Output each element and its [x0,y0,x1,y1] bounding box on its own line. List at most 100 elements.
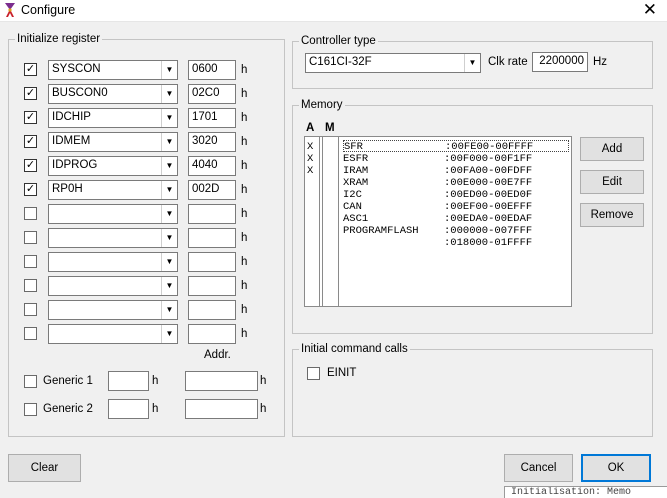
register-enable-checkbox[interactable]: ✓ [24,135,37,148]
register-name-select[interactable]: SYSCON ▼ [48,60,178,80]
chevron-down-icon[interactable]: ▼ [161,325,177,343]
register-value-input[interactable] [188,228,236,248]
register-name-select[interactable]: IDMEM ▼ [48,132,178,152]
memory-entry[interactable]: SFR:00FE00-00FFFF [343,140,569,153]
memory-a-mark: X [307,165,314,177]
register-name-select[interactable]: ▼ [48,204,178,224]
memory-entries[interactable]: SFR:00FE00-00FFFF ESFR:00F000-00F1FF IRA… [341,137,571,306]
memory-a-mark: X [307,153,314,165]
clk-rate-unit: Hz [593,56,608,68]
chevron-down-icon[interactable]: ▼ [161,301,177,319]
register-value-input[interactable]: 1701 [188,108,236,128]
chevron-down-icon[interactable]: ▼ [161,181,177,199]
register-unit-label: h [241,328,248,340]
chevron-down-icon[interactable]: ▼ [161,205,177,223]
register-enable-checkbox[interactable] [24,207,37,220]
register-value-input[interactable] [188,252,236,272]
memory-entry-name: XRAM [343,177,369,189]
clk-rate-input[interactable]: 2200000 [532,52,588,72]
remove-button[interactable]: Remove [580,203,644,227]
generic-2-addr-input[interactable] [185,399,258,419]
check-icon: ✓ [25,63,36,75]
register-unit-label: h [241,112,248,124]
memory-entry-name: I2C [343,189,362,201]
generic-1-checkbox[interactable] [24,375,37,388]
chevron-down-icon[interactable]: ▼ [161,109,177,127]
register-enable-checkbox[interactable] [24,327,37,340]
register-unit-label: h [241,232,248,244]
generic-2-checkbox[interactable] [24,403,37,416]
register-enable-checkbox[interactable] [24,255,37,268]
register-value-input[interactable] [188,276,236,296]
register-enable-checkbox[interactable]: ✓ [24,159,37,172]
register-enable-checkbox[interactable]: ✓ [24,87,37,100]
generic-1-unit: h [152,375,159,387]
memory-entry-name: CAN [343,201,362,213]
register-value-input[interactable]: 0600 [188,60,236,80]
memory-list[interactable]: X X X SFR:00FE00-00FFFF ESFR :00F000-00F1… [304,136,572,307]
register-value-input[interactable] [188,324,236,344]
register-name-select[interactable]: ▼ [48,300,178,320]
chevron-down-icon[interactable]: ▼ [464,54,480,72]
register-name-select[interactable]: BUSCON0 ▼ [48,84,178,104]
check-icon: ✓ [25,159,36,171]
register-value-input[interactable] [188,204,236,224]
memory-entry-range: :018000-01FFFF [444,237,533,249]
chevron-down-icon[interactable]: ▼ [161,61,177,79]
chevron-down-icon[interactable]: ▼ [161,253,177,271]
controller-type-value: C161CI-32F [309,56,372,68]
register-name-select[interactable]: IDPROG ▼ [48,156,178,176]
register-name-value: BUSCON0 [52,87,108,99]
generic-1-value-input[interactable] [108,371,149,391]
memory-entry-name: SFR [344,141,363,153]
cancel-button[interactable]: Cancel [504,454,573,482]
generic-1-addr-input[interactable] [185,371,258,391]
register-enable-checkbox[interactable]: ✓ [24,111,37,124]
register-name-select[interactable]: IDCHIP ▼ [48,108,178,128]
register-enable-checkbox[interactable] [24,303,37,316]
controller-type-select[interactable]: C161CI-32F ▼ [305,53,481,73]
register-unit-label: h [241,88,248,100]
clear-button[interactable]: Clear [8,454,81,482]
register-name-select[interactable]: RP0H ▼ [48,180,178,200]
memory-entry-range: :00FA00-00FDFF [444,165,533,177]
chevron-down-icon[interactable]: ▼ [161,277,177,295]
register-name-value: SYSCON [52,63,101,75]
generic-2-addr-unit: h [260,403,267,415]
close-icon[interactable]: ✕ [643,0,657,20]
register-enable-checkbox[interactable] [24,279,37,292]
memory-entry-name: ASC1 [343,213,369,225]
initial-command-calls-legend: Initial command calls [301,343,408,355]
memory-column-m[interactable] [322,137,339,306]
chevron-down-icon[interactable]: ▼ [161,85,177,103]
register-name-select[interactable]: ▼ [48,276,178,296]
initialize-register-legend: Initialize register [17,33,101,45]
generic-2-value-input[interactable] [108,399,149,419]
register-name-select[interactable]: ▼ [48,324,178,344]
register-name-select[interactable]: ▼ [48,252,178,272]
add-button[interactable]: Add [580,137,644,161]
memory-entry-range: :00F000-00F1FF [444,153,533,165]
check-icon: ✓ [25,135,36,147]
register-enable-checkbox[interactable] [24,231,37,244]
ok-button[interactable]: OK [581,454,651,482]
register-enable-checkbox[interactable]: ✓ [24,63,37,76]
register-value-input[interactable]: 4040 [188,156,236,176]
memory-entry-name: ESFR [343,153,369,165]
register-enable-checkbox[interactable]: ✓ [24,183,37,196]
memory-entry-name: PROGRAMFLASH [343,225,419,237]
register-value-input[interactable]: 3020 [188,132,236,152]
register-name-select[interactable]: ▼ [48,228,178,248]
generic-1-label: Generic 1 [43,375,93,387]
register-value-input[interactable] [188,300,236,320]
edit-button[interactable]: Edit [580,170,644,194]
chevron-down-icon[interactable]: ▼ [161,157,177,175]
chevron-down-icon[interactable]: ▼ [161,133,177,151]
einit-checkbox[interactable] [307,367,320,380]
register-value-input[interactable]: 02C0 [188,84,236,104]
register-value-input[interactable]: 002D [188,180,236,200]
memory-entry-range: :00ED00-00ED0F [444,189,533,201]
memory-entry-range: :00EF00-00EFFF [444,201,533,213]
chevron-down-icon[interactable]: ▼ [161,229,177,247]
memory-column-a[interactable]: X X X [305,137,320,306]
